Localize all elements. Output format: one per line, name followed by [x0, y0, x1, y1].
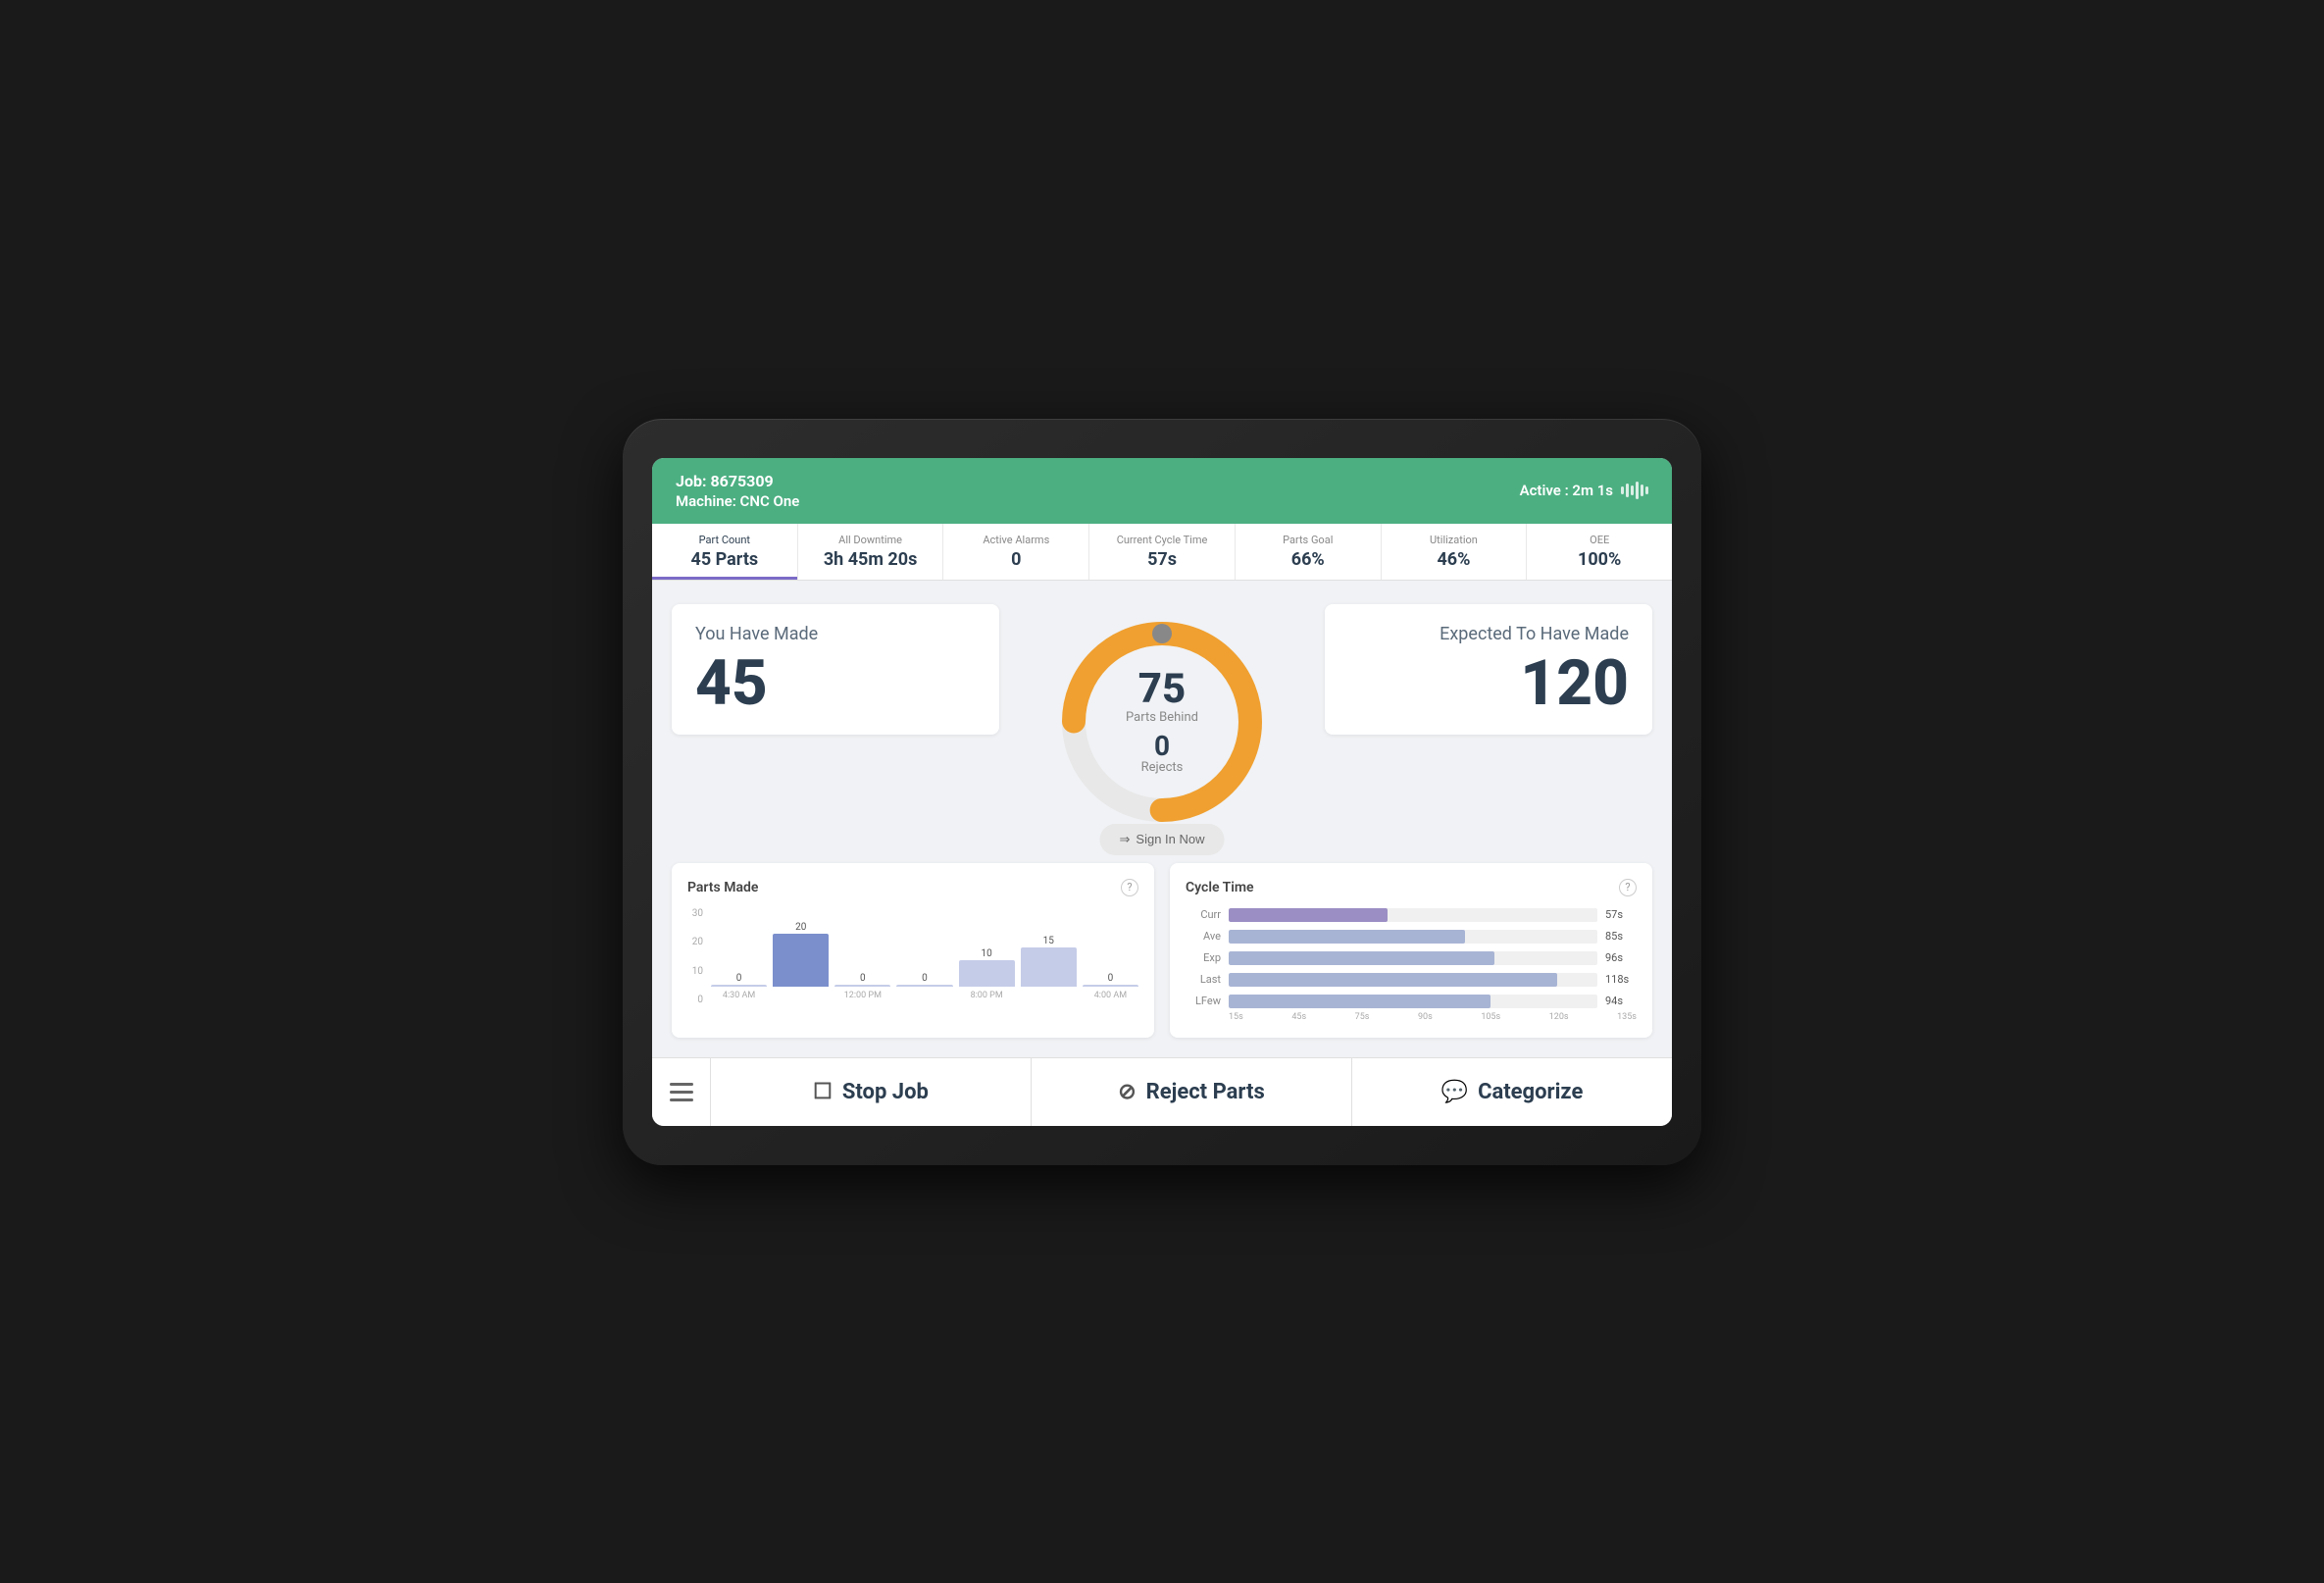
main-content: You Have Made 45	[652, 581, 1672, 1038]
status-text: Active : 2m 1s	[1520, 482, 1613, 499]
categorize-button[interactable]: 💬 Categorize	[1352, 1058, 1672, 1126]
metric-item-3[interactable]: Current Cycle Time 57s	[1089, 524, 1236, 580]
parts-made-title: Parts Made	[687, 880, 758, 895]
top-row: You Have Made 45	[672, 604, 1652, 840]
rejects-value: 0	[1126, 733, 1198, 760]
sign-in-icon: ⇒	[1120, 832, 1131, 847]
stop-job-icon: ☐	[813, 1080, 833, 1104]
cycle-row-lfew: LFew 94s	[1186, 995, 1637, 1008]
bar-rect-4	[959, 960, 1015, 986]
cycle-time-card: Cycle Time ? Curr 57s Ave 85s Exp 96s La…	[1170, 863, 1652, 1038]
bar-rect-2	[834, 985, 890, 987]
donut-center: 75 Parts Behind 0 Rejects	[1126, 669, 1198, 775]
made-value: 45	[695, 652, 976, 715]
categorize-icon: 💬	[1441, 1080, 1468, 1104]
bar-group-2: 0	[834, 908, 890, 987]
cycle-time-help-icon[interactable]: ?	[1619, 879, 1637, 896]
cycle-row-last: Last 118s	[1186, 973, 1637, 987]
metric-item-0[interactable]: Part Count 45 Parts	[652, 524, 798, 580]
made-title: You Have Made	[695, 624, 976, 644]
bar-group-3: 0	[896, 908, 952, 987]
cycle-chart-rows: Curr 57s Ave 85s Exp 96s Last 118s LFew …	[1186, 908, 1637, 1008]
footer: ☐ Stop Job ⊘ Reject Parts 💬 Categorize	[652, 1057, 1672, 1126]
metrics-bar: Part Count 45 PartsAll Downtime 3h 45m 2…	[652, 524, 1672, 581]
parts-made-chart-area: 30 20 10 0 0200010150 4:30 AM12:00 PM8:0…	[687, 908, 1138, 1006]
cycle-row-curr: Curr 57s	[1186, 908, 1637, 922]
cycle-x-axis: 15s45s75s90s105s120s135s	[1186, 1012, 1637, 1022]
bar-rect-0	[711, 985, 767, 987]
bar-group-0: 0	[711, 908, 767, 987]
parts-made-header: Parts Made ?	[687, 879, 1138, 896]
expected-section: Expected To Have Made 120	[1325, 604, 1652, 735]
stop-job-button[interactable]: ☐ Stop Job	[711, 1058, 1032, 1126]
bottom-row: Parts Made ? 30 20 10 0 0200010150 4:30 …	[672, 863, 1652, 1038]
metric-item-2[interactable]: Active Alarms 0	[943, 524, 1089, 580]
bar-x-labels: 4:30 AM12:00 PM8:00 PM4:00 AM	[711, 991, 1138, 1000]
cycle-row-exp: Exp 96s	[1186, 951, 1637, 965]
categorize-label: Categorize	[1478, 1080, 1583, 1104]
parts-made-card: Parts Made ? 30 20 10 0 0200010150 4:30 …	[672, 863, 1154, 1038]
parts-made-help-icon[interactable]: ?	[1121, 879, 1138, 896]
bar-group-6: 0	[1083, 908, 1138, 987]
bars: 0200010150	[711, 908, 1138, 987]
reject-parts-button[interactable]: ⊘ Reject Parts	[1032, 1058, 1352, 1126]
header-left: Job: 8675309 Machine: CNC One	[676, 472, 799, 510]
hamburger-icon	[670, 1083, 693, 1101]
metric-item-6[interactable]: OEE 100%	[1527, 524, 1672, 580]
bar-group-4: 10	[959, 908, 1015, 987]
expected-title: Expected To Have Made	[1348, 624, 1629, 644]
sign-in-label: Sign In Now	[1136, 832, 1204, 846]
tablet-screen: Job: 8675309 Machine: CNC One Active : 2…	[652, 458, 1672, 1126]
waveform-icon	[1621, 482, 1648, 499]
machine-label: Machine: CNC One	[676, 492, 799, 510]
sign-in-button[interactable]: ⇒ Sign In Now	[1100, 824, 1225, 855]
cycle-row-ave: Ave 85s	[1186, 930, 1637, 944]
job-label: Job: 8675309	[676, 472, 799, 490]
stop-job-label: Stop Job	[842, 1080, 929, 1104]
metric-item-4[interactable]: Parts Goal 66%	[1236, 524, 1382, 580]
bar-area: 0200010150 4:30 AM12:00 PM8:00 PM4:00 AM	[711, 908, 1138, 1006]
status-label: Active : 2m 1s	[1520, 482, 1648, 499]
reject-parts-icon: ⊘	[1118, 1080, 1136, 1104]
donut-container: 75 Parts Behind 0 Rejects ⇒ Sign In Now	[1015, 604, 1309, 840]
parts-behind-label: Parts Behind	[1126, 710, 1198, 725]
tablet-device: Job: 8675309 Machine: CNC One Active : 2…	[623, 419, 1701, 1165]
bar-rect-3	[896, 985, 952, 987]
cycle-time-title: Cycle Time	[1186, 880, 1254, 895]
metric-item-1[interactable]: All Downtime 3h 45m 20s	[798, 524, 944, 580]
bar-rect-5	[1021, 947, 1077, 987]
cycle-time-header: Cycle Time ?	[1186, 879, 1637, 896]
parts-behind-value: 75	[1126, 669, 1198, 710]
reject-parts-label: Reject Parts	[1146, 1080, 1265, 1104]
donut-chart: 75 Parts Behind 0 Rejects	[1044, 604, 1280, 840]
rejects-label: Rejects	[1126, 760, 1198, 775]
made-section: You Have Made 45	[672, 604, 999, 735]
expected-value: 120	[1348, 652, 1629, 715]
bar-group-1: 20	[773, 908, 829, 987]
y-axis: 30 20 10 0	[687, 908, 707, 1006]
bar-group-5: 15	[1021, 908, 1077, 987]
metric-item-5[interactable]: Utilization 46%	[1382, 524, 1528, 580]
header: Job: 8675309 Machine: CNC One Active : 2…	[652, 458, 1672, 524]
bar-rect-6	[1083, 985, 1138, 987]
menu-button[interactable]	[652, 1058, 711, 1126]
bar-rect-1	[773, 934, 829, 987]
